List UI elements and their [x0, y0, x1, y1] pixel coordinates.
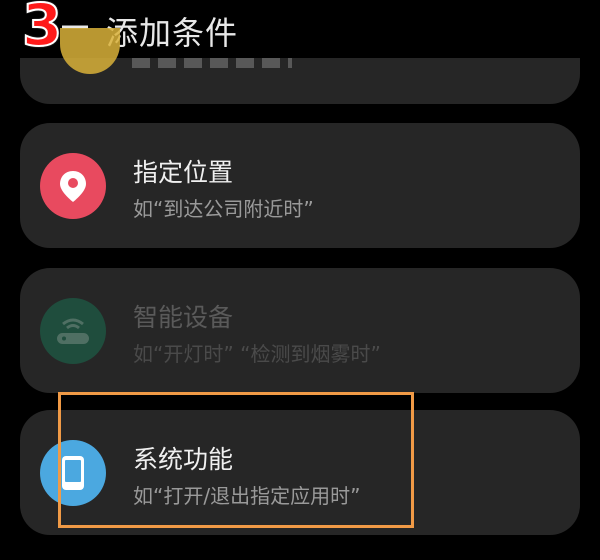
condition-card-partial[interactable] [20, 28, 580, 104]
highlight-annotation-box [58, 392, 414, 528]
condition-title: 指定位置 [133, 158, 234, 187]
page-title: 添加条件 [106, 14, 239, 52]
step-number-annotation: 3 [21, 0, 63, 59]
condition-title: 智能设备 [133, 303, 234, 332]
condition-card-smart-device[interactable]: 智能设备 如“开灯时” “检测到烟雾时” [20, 268, 580, 393]
time-icon [60, 28, 120, 74]
condition-description: 如“开灯时” “检测到烟雾时” [133, 342, 381, 366]
condition-description: 如“到达公司附近时” [133, 197, 314, 221]
smart-device-icon [40, 298, 106, 364]
location-pin-icon [40, 153, 106, 219]
partial-text [132, 58, 292, 68]
condition-card-location[interactable]: 指定位置 如“到达公司附近时” [20, 123, 580, 248]
